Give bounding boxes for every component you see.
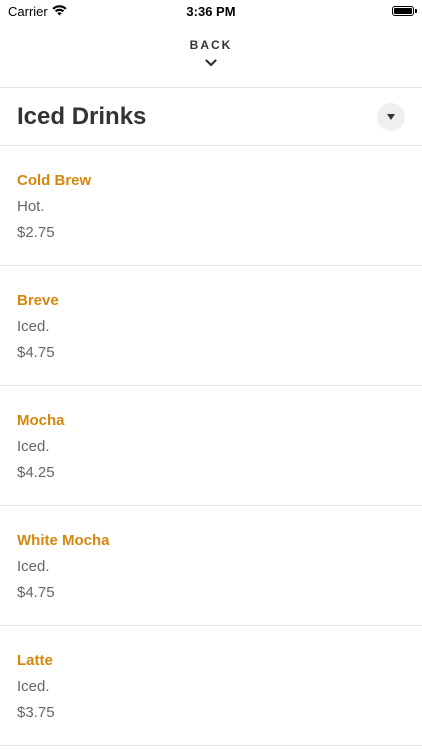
back-button[interactable]: BACK <box>0 22 422 88</box>
item-name: Latte <box>17 652 53 669</box>
list-item[interactable]: Latte Iced. $3.75 <box>0 626 422 746</box>
status-left: Carrier <box>8 4 67 19</box>
item-name: White Mocha <box>17 532 110 549</box>
list-item[interactable]: Cold Brew Hot. $2.75 <box>0 146 422 266</box>
list-item[interactable]: White Mocha Iced. $4.75 <box>0 506 422 626</box>
item-description: Iced. <box>17 438 50 455</box>
list-item[interactable]: Mocha Iced. $4.25 <box>0 386 422 506</box>
battery-icon <box>392 6 417 16</box>
item-name: Mocha <box>17 412 65 429</box>
item-price: $4.75 <box>17 584 55 601</box>
item-description: Iced. <box>17 678 50 695</box>
item-name: Cold Brew <box>17 172 92 189</box>
item-name: Breve <box>17 292 59 309</box>
item-description: Iced. <box>17 318 50 335</box>
triangle-down-icon <box>387 113 395 120</box>
chevron-down-icon <box>205 54 217 72</box>
item-price: $4.75 <box>17 344 55 361</box>
drink-list: Cold Brew Hot. $2.75 Breve Iced. $4.75 M… <box>0 146 422 746</box>
list-item[interactable]: Breve Iced. $4.75 <box>0 266 422 386</box>
category-dropdown-button[interactable] <box>377 102 405 131</box>
page-title: Iced Drinks <box>17 102 147 130</box>
item-description: Iced. <box>17 558 50 575</box>
back-label: BACK <box>189 37 233 52</box>
item-description: Hot. <box>17 198 45 215</box>
status-time: 3:36 PM <box>186 3 236 19</box>
item-price: $4.25 <box>17 464 55 481</box>
item-price: $2.75 <box>17 224 55 241</box>
carrier-label: Carrier <box>8 3 48 19</box>
status-bar: Carrier 3:36 PM <box>0 0 422 22</box>
item-price: $3.75 <box>17 704 55 721</box>
wifi-icon <box>52 4 67 19</box>
page-header: Iced Drinks <box>0 88 422 146</box>
